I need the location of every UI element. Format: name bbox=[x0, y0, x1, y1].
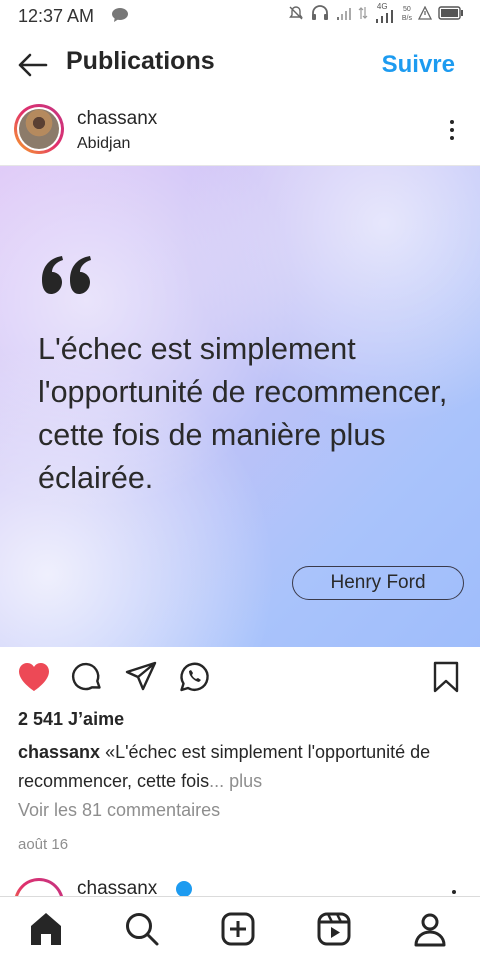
network-speed-value: 50 bbox=[403, 6, 411, 13]
network-speed-unit: B/s bbox=[401, 15, 412, 22]
quote-author-badge: Henry Ford bbox=[292, 566, 464, 600]
post-actions bbox=[0, 656, 480, 700]
profile-icon[interactable] bbox=[410, 909, 450, 949]
chat-bubble-icon bbox=[111, 7, 129, 28]
post-header: chassanx Abidjan bbox=[0, 96, 480, 164]
next-post-more-icon[interactable] bbox=[452, 890, 456, 894]
follow-button[interactable]: Suivre bbox=[382, 51, 455, 79]
post-caption: chassanx «L'échec est simplement l'oppor… bbox=[18, 738, 468, 796]
bookmark-icon[interactable] bbox=[432, 660, 460, 699]
quote-text: L'échec est simplement l'opportunité de … bbox=[38, 332, 448, 495]
battery-icon bbox=[438, 6, 464, 22]
reels-icon[interactable] bbox=[314, 909, 354, 949]
bottom-nav bbox=[0, 896, 480, 961]
mute-bell-icon bbox=[288, 5, 304, 23]
post-location[interactable]: Abidjan bbox=[77, 135, 130, 153]
post-image[interactable]: L'échec est simplement l'opportunité de … bbox=[0, 165, 480, 647]
next-post-header: chassanx bbox=[0, 872, 480, 896]
home-icon[interactable] bbox=[26, 909, 66, 949]
create-icon[interactable] bbox=[218, 909, 258, 949]
data-arrows-icon bbox=[358, 6, 368, 22]
heart-filled-icon[interactable] bbox=[16, 660, 52, 699]
search-icon[interactable] bbox=[122, 909, 162, 949]
status-bar: 12:37 AM 4G 50 B/s bbox=[0, 0, 480, 34]
caption-username[interactable]: chassanx bbox=[18, 742, 100, 762]
next-post-avatar[interactable] bbox=[14, 878, 64, 896]
verified-badge-icon bbox=[176, 881, 192, 896]
back-arrow-icon[interactable] bbox=[16, 50, 50, 80]
alert-icon bbox=[417, 5, 433, 22]
next-post-username[interactable]: chassanx bbox=[77, 878, 157, 896]
whatsapp-icon[interactable] bbox=[177, 660, 211, 699]
more-options-icon[interactable] bbox=[450, 120, 456, 144]
status-time: 12:37 AM bbox=[18, 6, 95, 26]
view-comments-link[interactable]: Voir les 81 commentaires bbox=[18, 800, 220, 821]
signal-4g-icon: 4G bbox=[374, 2, 396, 23]
caption-more-link[interactable]: ... plus bbox=[209, 771, 262, 791]
avatar[interactable] bbox=[14, 104, 64, 154]
avatar-photo bbox=[19, 109, 59, 149]
status-icons: 4G 50 B/s bbox=[288, 2, 464, 23]
post-date: août 16 bbox=[18, 836, 69, 853]
post-username[interactable]: chassanx bbox=[77, 108, 157, 130]
likes-count[interactable]: 2 541 J’aime bbox=[18, 709, 124, 730]
app-header: Publications Suivre bbox=[0, 34, 480, 96]
quote-mark-icon bbox=[38, 254, 96, 303]
network-speed: 50 B/s bbox=[402, 5, 412, 23]
signal-icon bbox=[336, 6, 352, 22]
page-title: Publications bbox=[66, 47, 215, 75]
headphones-icon bbox=[310, 5, 330, 23]
comment-icon[interactable] bbox=[70, 660, 104, 699]
share-icon[interactable] bbox=[124, 660, 158, 699]
